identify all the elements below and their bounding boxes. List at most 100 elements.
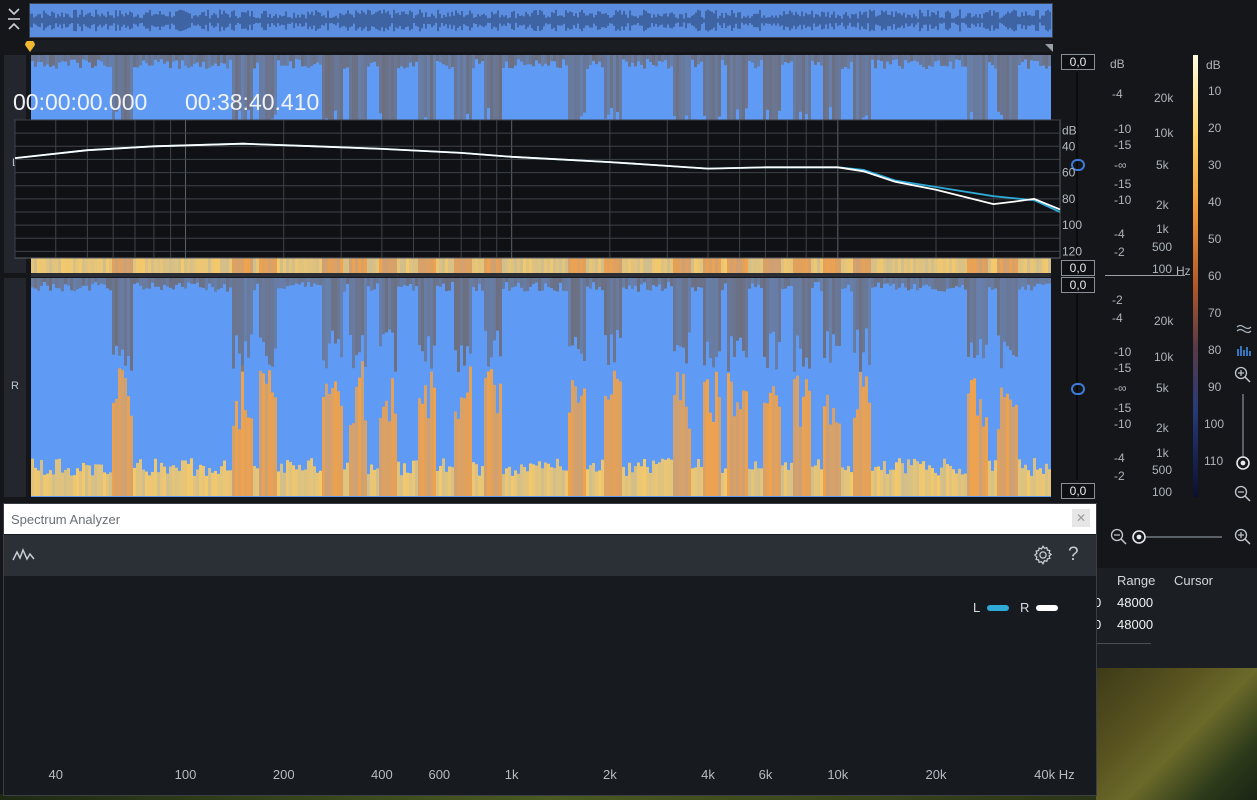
gear-icon[interactable] <box>1032 544 1054 566</box>
spectrogram-top-band <box>979 278 982 340</box>
spectrogram-top-band <box>622 55 625 60</box>
spectrogram-top-band <box>157 278 160 287</box>
zoom-in-horizontal-icon[interactable] <box>1234 528 1252 546</box>
spectrogram-top-band <box>889 55 892 65</box>
spectrogram-top-band <box>430 278 433 369</box>
spectrogram-top-band <box>778 278 781 342</box>
spectrogram-energy-bar <box>532 464 535 496</box>
spectrogram-top-band <box>685 55 688 116</box>
spectrogram-top-band <box>757 278 760 285</box>
spectrogram-energy-bar <box>619 381 622 496</box>
spectrogram-energy-bar <box>847 466 850 496</box>
close-button[interactable]: ✕ <box>1072 509 1090 527</box>
spectrogram-energy-bar <box>994 460 997 496</box>
spectrogram-top-band <box>55 278 58 288</box>
spectrogram-energy-bar <box>709 412 712 496</box>
help-icon[interactable]: ? <box>1068 544 1079 566</box>
spectrogram-top-band <box>595 278 598 290</box>
end-marker-icon <box>1045 44 1053 52</box>
spectrogram-top-band <box>472 278 475 287</box>
spectrogram-view-icon[interactable] <box>1236 344 1252 358</box>
spectrogram-energy-bar <box>415 460 418 496</box>
spectrogram-top-band <box>670 55 673 67</box>
spectrogram-top-band <box>382 278 385 335</box>
spectrogram-energy-bar <box>1018 459 1021 496</box>
spectrogram-energy-bar <box>43 474 46 496</box>
spectrogram-energy-bar <box>304 469 307 496</box>
spectrogram-top-band <box>919 55 922 65</box>
spectrogram-energy-bar <box>595 471 598 496</box>
spectrogram-top-band <box>277 278 280 289</box>
spectrogram-top-band <box>400 55 403 67</box>
playhead-marker-icon[interactable] <box>24 41 36 53</box>
spectrogram-top-band <box>247 278 250 358</box>
spectrogram-top-band <box>649 55 652 62</box>
spectrogram-top-band <box>253 278 256 291</box>
spectrogram-top-band <box>541 278 544 291</box>
spectrogram-top-band <box>280 55 283 66</box>
spectrogram-top-band <box>907 278 910 291</box>
spectrogram-top-band <box>664 278 667 289</box>
spectrogram-energy-bar <box>1042 473 1045 496</box>
spectrogram-top-band <box>445 55 448 66</box>
spectrogram-top-band <box>364 278 367 367</box>
spectrogram-energy-bar <box>481 466 484 496</box>
spectrogram-top-band <box>595 55 598 65</box>
horizontal-zoom-slider-track[interactable] <box>1140 536 1222 538</box>
spectrogram-energy-bar <box>1015 404 1018 496</box>
zoom-in-vertical-icon[interactable] <box>1234 366 1252 384</box>
spectrogram-top-band <box>355 278 358 356</box>
spectrogram-top-band <box>151 278 154 283</box>
desktop-background <box>1096 668 1257 800</box>
spectrogram-energy-bar <box>670 459 673 496</box>
spectrogram-top-band <box>454 278 457 351</box>
timeline-ruler[interactable] <box>29 40 1051 52</box>
spectrogram-top-band <box>460 55 463 121</box>
spectrogram-top-band <box>685 278 688 364</box>
spectrogram-energy-bar <box>1033 458 1036 496</box>
scroll-handle-right[interactable] <box>1071 383 1085 395</box>
spectrogram-top-band <box>70 55 73 60</box>
spectrogram-top-band <box>622 278 625 288</box>
waveform-view-icon[interactable] <box>1236 322 1252 336</box>
spectrogram-energy-bar <box>931 468 934 496</box>
x-axis: 40 100 200 400 600 1k 2k 4k 6k 10k 20k 40k Hz <box>49 767 1075 782</box>
spectrogram-top-band <box>586 278 589 287</box>
spectrogram-top-band <box>535 278 538 283</box>
spectrogram-top-band <box>433 278 436 346</box>
spectrogram-top-band <box>373 278 376 290</box>
zoom-out-horizontal-icon[interactable] <box>1110 528 1128 546</box>
spectrogram-top-band <box>217 55 220 67</box>
spectrogram-top-band <box>934 55 937 62</box>
spectrogram-right-channel[interactable] <box>31 278 1051 497</box>
spectrogram-energy-bar <box>541 468 544 496</box>
spectrogram-top-band <box>379 55 382 114</box>
spectrogram-energy-bar <box>313 466 316 496</box>
freq-tick: 1k <box>1156 446 1169 460</box>
spectrogram-energy-bar <box>979 399 982 496</box>
zoom-out-vertical-icon[interactable] <box>1234 485 1252 503</box>
collapse-overview-button[interactable] <box>4 6 24 34</box>
spectrogram-top-band <box>139 55 142 66</box>
spectrum-analyzer-titlebar[interactable]: Spectrum Analyzer ✕ <box>4 504 1096 534</box>
spectrogram-top-band <box>127 278 130 356</box>
vertical-zoom-slider-track[interactable] <box>1242 394 1244 460</box>
spectrogram-top-band <box>646 55 649 60</box>
spectrum-chart[interactable]: dB40 60 80 100 120 <box>10 118 1090 268</box>
spectrogram-top-band <box>1012 278 1015 356</box>
spectrogram-top-band <box>796 278 799 336</box>
horizontal-zoom-slider-handle[interactable] <box>1131 529 1147 545</box>
spectrogram-top-band <box>190 55 193 67</box>
spectrogram-top-band <box>97 55 100 60</box>
spectrogram-energy-bar <box>970 380 973 496</box>
spectrogram-top-band <box>664 55 667 60</box>
spectrogram-energy-bar <box>247 417 250 496</box>
spectrogram-energy-bar <box>967 393 970 496</box>
spectrogram-top-band <box>865 278 868 329</box>
spectrogram-top-band <box>997 278 1000 336</box>
waveform-overview[interactable] <box>29 3 1053 38</box>
spectrogram-top-band <box>613 55 616 126</box>
waveform-icon[interactable] <box>12 547 36 563</box>
vertical-zoom-slider-handle[interactable] <box>1235 455 1251 471</box>
spectrogram-top-band <box>1018 278 1021 290</box>
